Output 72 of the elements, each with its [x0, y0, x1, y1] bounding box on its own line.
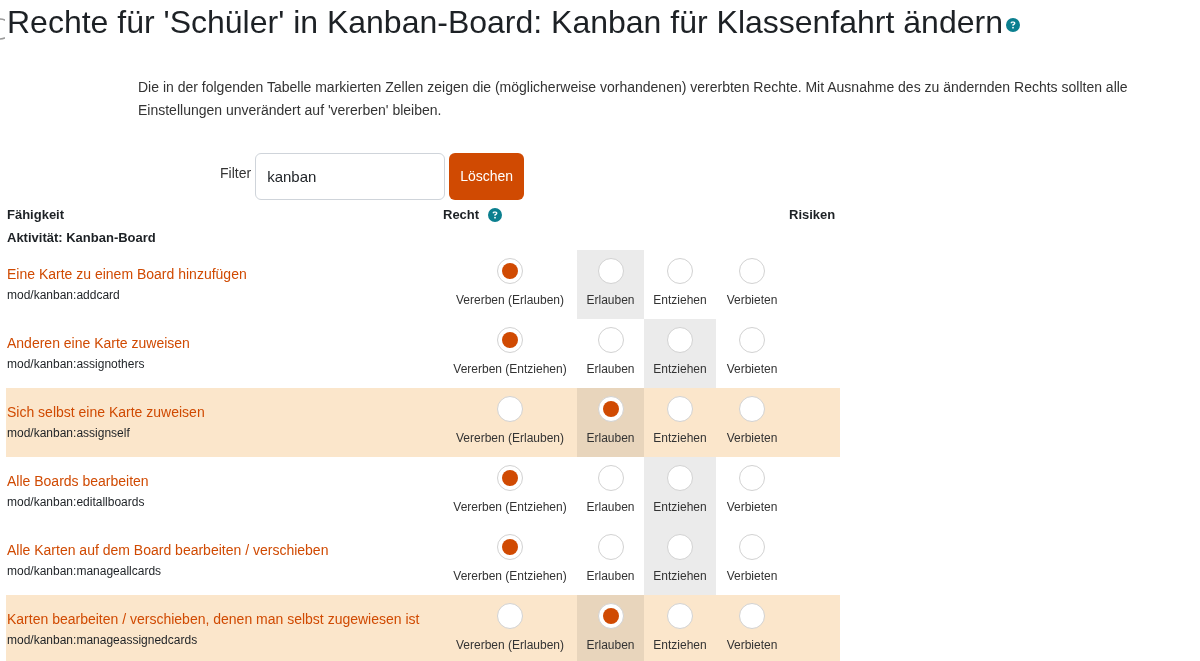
capability-link[interactable]: Anderen eine Karte zuweisen [7, 335, 190, 351]
option-label: Vererben (Entziehen) [453, 361, 567, 377]
capability-id: mod/kanban:manageassignedcards [7, 633, 198, 647]
radio-button[interactable] [739, 534, 765, 560]
capability-id: mod/kanban:assignself [7, 426, 130, 440]
option-label: Verbieten [726, 499, 778, 515]
radio-button[interactable] [597, 327, 624, 353]
radio-button[interactable] [497, 465, 523, 491]
option-label: Vererben (Erlauben) [455, 637, 565, 653]
capability-id: mod/kanban:editallboards [7, 495, 145, 509]
capability-link[interactable]: Sich selbst eine Karte zuweisen [7, 404, 205, 420]
option-label: Vererben (Entziehen) [453, 499, 567, 515]
radio-button[interactable] [497, 327, 523, 353]
capability-link[interactable]: Alle Karten auf dem Board bearbeiten / verschieben [7, 542, 329, 558]
radio-button[interactable] [497, 534, 523, 560]
help-icon[interactable] [488, 208, 503, 222]
radio-button[interactable] [597, 258, 624, 284]
capability-id: mod/kanban:addcard [7, 288, 120, 302]
radio-button[interactable] [667, 327, 693, 353]
radio-button[interactable] [667, 603, 693, 629]
column-header: Fähigkeit [6, 206, 65, 225]
circle-edge-icon [0, 18, 5, 40]
radio-button[interactable] [739, 603, 765, 629]
capability-id: mod/kanban:assignothers [7, 357, 145, 371]
option-label: Entziehen [653, 430, 707, 446]
option-label: Erlauben [586, 568, 635, 584]
radio-button[interactable] [739, 465, 765, 491]
option-label: Erlauben [586, 430, 635, 446]
option-label: Entziehen [653, 568, 707, 584]
option-label: Verbieten [726, 430, 778, 446]
radio-button[interactable] [497, 396, 523, 422]
radio-button[interactable] [667, 534, 693, 560]
filter-input[interactable]: kanban [255, 153, 446, 200]
radio-button[interactable] [667, 465, 693, 491]
option-label: Verbieten [726, 568, 778, 584]
section-heading: Aktivität: Kanban-Board [7, 228, 156, 247]
option-label: Erlauben [586, 292, 635, 308]
radio-button[interactable] [497, 258, 523, 284]
column-header: Risiken [788, 206, 836, 225]
option-label: Entziehen [653, 292, 707, 308]
option-label: Erlauben [586, 361, 635, 377]
radio-button[interactable] [739, 396, 765, 422]
radio-button[interactable] [667, 258, 693, 284]
option-label: Verbieten [726, 361, 778, 377]
radio-button[interactable] [597, 534, 624, 560]
radio-button[interactable] [497, 603, 523, 629]
radio-button[interactable] [739, 327, 765, 353]
capability-link[interactable]: Eine Karte zu einem Board hinzufügen [7, 266, 247, 282]
capability-id: mod/kanban:manageallcards [7, 564, 162, 578]
capability-link[interactable]: Alle Boards bearbeiten [7, 473, 149, 489]
radio-button[interactable] [597, 396, 624, 422]
option-label: Erlauben [586, 637, 635, 653]
clear-button[interactable]: Löschen [449, 153, 525, 200]
capability-link[interactable]: Karten bearbeiten / verschieben, denen man selbst zugewiesen ist [7, 611, 420, 627]
option-label: Entziehen [653, 499, 707, 515]
option-label: Vererben (Erlauben) [455, 292, 565, 308]
help-icon[interactable] [1005, 18, 1020, 32]
radio-button[interactable] [597, 465, 624, 491]
radio-button[interactable] [597, 603, 624, 629]
option-label: Vererben (Erlauben) [455, 430, 565, 446]
column-header: Recht [443, 206, 480, 225]
option-label: Entziehen [653, 361, 707, 377]
option-label: Entziehen [653, 637, 707, 653]
option-label: Verbieten [726, 637, 778, 653]
option-label: Erlauben [586, 499, 635, 515]
option-label: Verbieten [726, 292, 778, 308]
radio-button[interactable] [667, 396, 693, 422]
radio-button[interactable] [739, 258, 765, 284]
option-label: Vererben (Entziehen) [453, 568, 567, 584]
description-text: Die in der folgenden Tabelle markierten Zellen zeigen die (möglicherweise vorhandenen) vererbten Rechte. Mit Ausnahme des zu ändernden Rechts sollten alle Einstellungen unverändert auf 'vererben' bleiben. [138, 78, 1129, 120]
filter-label: Filter [220, 164, 252, 183]
page-title: Rechte für 'Schüler' in Kanban-Board: Kanban für Klassenfahrt ändern [7, 3, 1003, 41]
